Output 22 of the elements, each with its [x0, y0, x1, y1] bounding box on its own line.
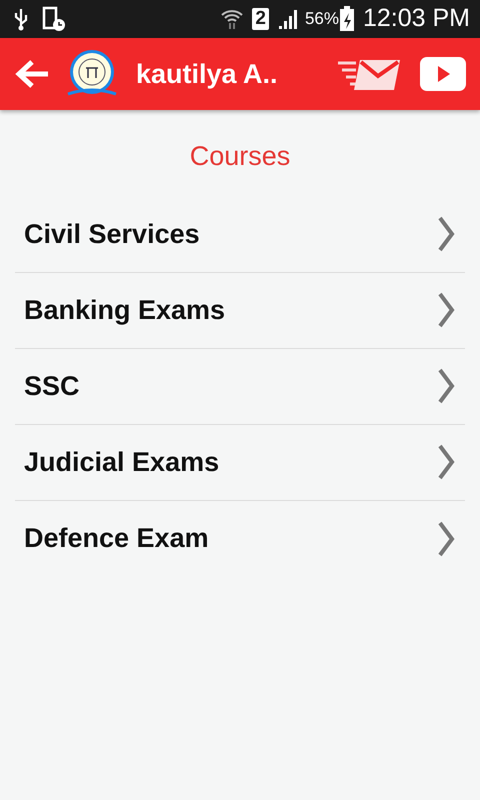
battery-percent: 56%: [304, 8, 339, 30]
sim-badge: 2: [252, 8, 269, 30]
usb-icon: [14, 7, 28, 31]
clock: 12:03 PM: [362, 3, 470, 34]
app-title: kautilya A..: [136, 58, 278, 91]
play-video-icon[interactable]: [420, 57, 466, 91]
section-heading: Courses: [188, 140, 292, 173]
course-item[interactable]: SSC: [15, 348, 465, 424]
course-item[interactable]: Judicial Exams: [15, 424, 465, 500]
mail-icon[interactable]: [336, 57, 402, 91]
chevron-right-icon: [437, 291, 455, 329]
chevron-right-icon: [437, 520, 455, 558]
back-arrow-icon[interactable]: [14, 59, 50, 89]
battery-charging-icon: [338, 6, 355, 32]
wifi-icon: [220, 7, 244, 31]
device-clock-icon: [42, 6, 66, 32]
course-item[interactable]: Civil Services: [15, 196, 465, 272]
course-item[interactable]: Defence Exam: [15, 500, 465, 576]
chevron-right-icon: [437, 443, 455, 481]
chevron-right-icon: [437, 215, 455, 253]
chevron-right-icon: [437, 367, 455, 405]
course-item[interactable]: Banking Exams: [15, 272, 465, 348]
